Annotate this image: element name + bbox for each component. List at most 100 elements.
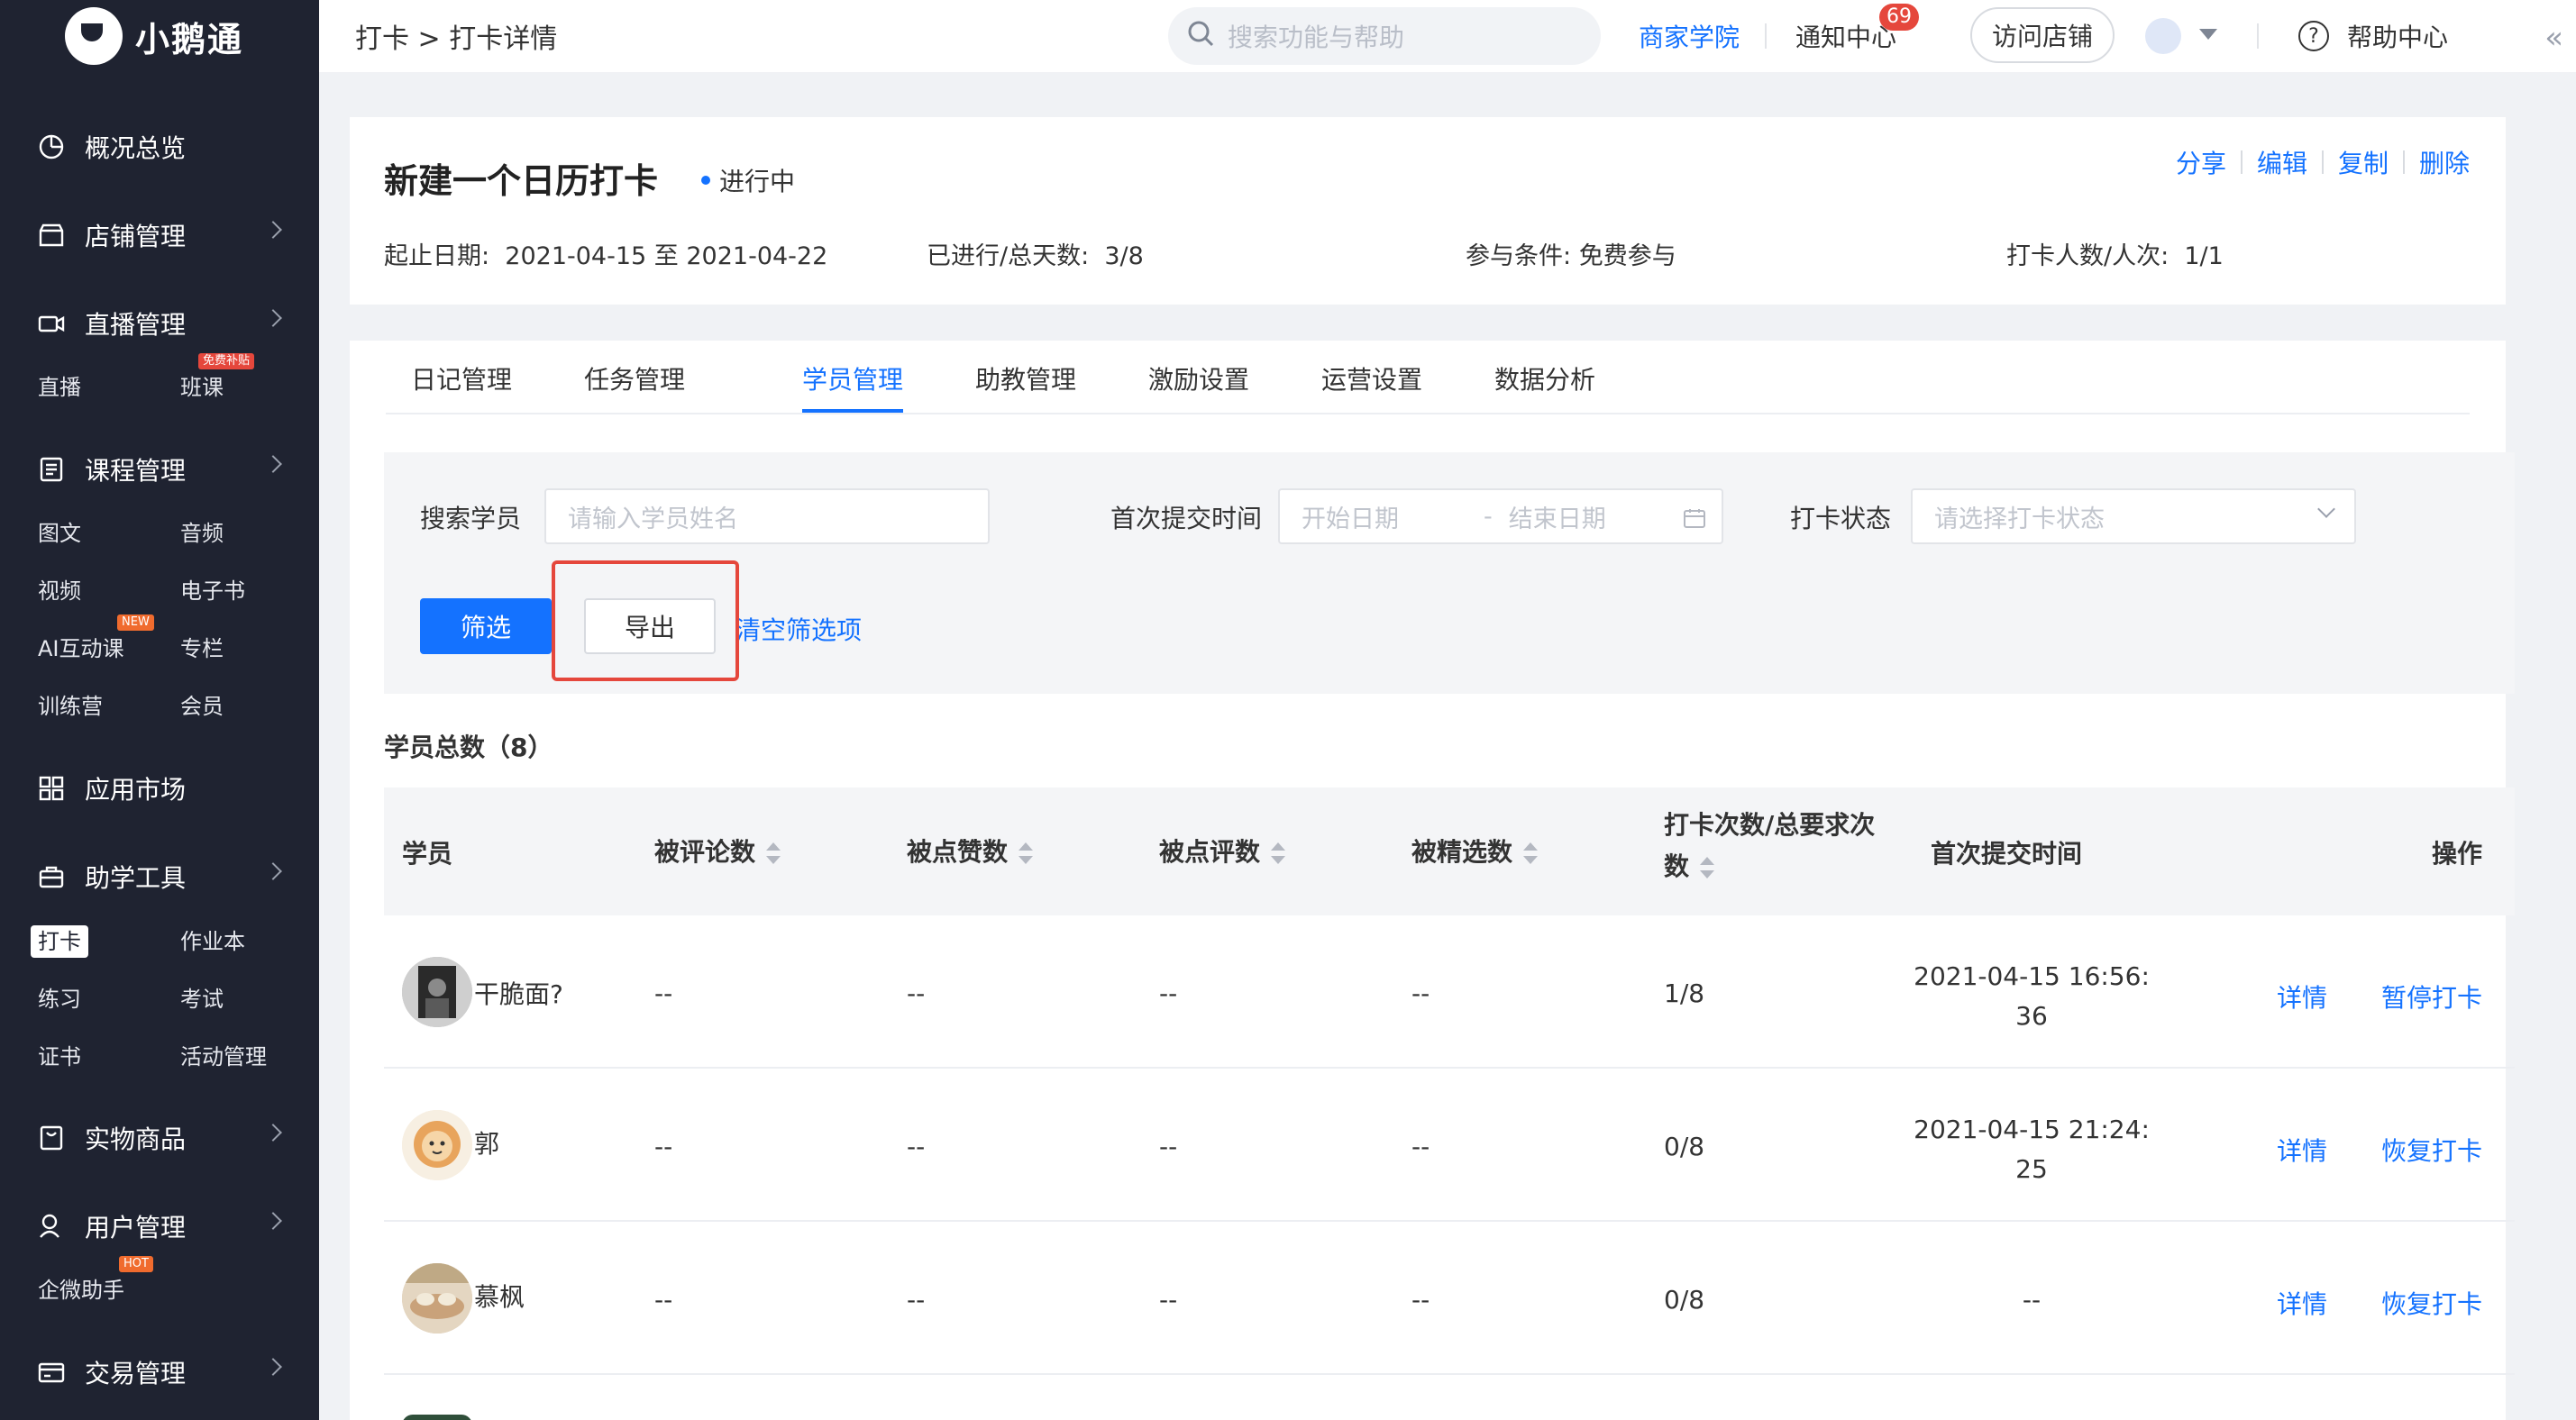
student-name: 郭 (474, 1129, 500, 1159)
sidebar-sub-video[interactable]: 视频 (38, 575, 81, 607)
checkin-count: 打卡人数/人次: 1/1 (2006, 236, 2224, 271)
shop-avatar-icon[interactable] (2145, 18, 2181, 54)
reviews-value: -- (1159, 979, 1178, 1008)
sidebar-sub-camp[interactable]: 训练营 (38, 690, 103, 723)
col-reviews[interactable]: 被点评数 (1159, 833, 1286, 869)
status-select-placeholder: 请选择打卡状态 (1934, 505, 2105, 533)
sidebar-sub-class[interactable]: 班课 (180, 371, 224, 404)
clear-filters-link[interactable]: 清空筛选项 (735, 611, 862, 647)
time-line-2: 25 (2015, 1154, 2048, 1184)
search-input[interactable]: 搜索功能与帮助 (1168, 7, 1601, 65)
checkin-status-label: 打卡状态 (1790, 504, 1892, 533)
sidebar-item-live[interactable]: 直播管理 (36, 301, 282, 346)
detail-link[interactable]: 详情 (2277, 1285, 2327, 1321)
share-link[interactable]: 分享 (2176, 144, 2226, 180)
end-date-placeholder: 结束日期 (1508, 505, 1606, 533)
academy-link[interactable]: 商家学院 (1639, 18, 1740, 54)
col-featured-label: 被精选数 (1411, 837, 1513, 867)
sort-icon (1523, 842, 1539, 864)
delete-link[interactable]: 删除 (2419, 144, 2470, 180)
checkins-value: 0/8 (1664, 1132, 1705, 1161)
edit-link[interactable]: 编辑 (2257, 144, 2307, 180)
sidebar-item-label: 应用市场 (85, 775, 187, 805)
sidebar-sub-wecom[interactable]: 企微助手 (38, 1274, 124, 1306)
student-name: 干脆面? (474, 979, 563, 1009)
tab-incentives[interactable]: 激励设置 (1148, 360, 1249, 396)
tab-operations[interactable]: 运营设置 (1321, 360, 1422, 396)
tab-diary[interactable]: 日记管理 (411, 360, 512, 396)
featured-value: -- (1411, 1285, 1430, 1315)
top-bar: 打卡 > 打卡详情 搜索功能与帮助 商家学院 通知中心 69 访问店铺 ? 帮助… (319, 0, 2576, 72)
sidebar-sub-column[interactable]: 专栏 (180, 633, 224, 665)
sort-icon (766, 842, 781, 864)
checkins-value: 0/8 (1664, 1285, 1705, 1315)
logo-text: 小鹅通 (135, 19, 244, 59)
date-range-picker[interactable]: 开始日期 - 结束日期 (1278, 488, 1723, 544)
col-reviews-label: 被点评数 (1159, 837, 1261, 867)
shop-dropdown-caret-icon[interactable] (2199, 29, 2217, 40)
chevron-right-icon (264, 1212, 282, 1230)
card-icon (36, 1357, 67, 1388)
sidebar-item-app-market[interactable]: 应用市场 (36, 766, 279, 811)
avatar (402, 1110, 472, 1180)
tab-students[interactable]: 学员管理 (802, 360, 903, 396)
sidebar-sub-ebook[interactable]: 电子书 (180, 575, 245, 607)
tab-analytics[interactable]: 数据分析 (1494, 360, 1595, 396)
sidebar-item-store[interactable]: 店铺管理 (36, 213, 282, 258)
chevron-right-icon (264, 221, 282, 239)
active-tab-underline (802, 409, 903, 413)
sidebar-sub-member[interactable]: 会员 (180, 690, 224, 723)
detail-link[interactable]: 详情 (2277, 979, 2327, 1015)
col-comments[interactable]: 被评论数 (654, 833, 781, 869)
tab-tasks[interactable]: 任务管理 (584, 360, 685, 396)
table-header: 学员 被评论数 被点赞数 被点评数 被精选数 打卡次数/总要求次数 首次提交时间… (384, 787, 2515, 915)
chevron-right-icon (264, 862, 282, 880)
filter-button[interactable]: 筛选 (420, 598, 552, 654)
tab-assistants[interactable]: 助教管理 (975, 360, 1076, 396)
collapse-double-chevron-icon[interactable]: « (2544, 20, 2563, 56)
sidebar-sub-ai[interactable]: AI互动课 (38, 633, 124, 665)
sidebar-sub-text[interactable]: 图文 (38, 517, 81, 550)
sidebar-sub-homework[interactable]: 作业本 (180, 925, 245, 958)
first-submit-label: 首次提交时间 (1110, 504, 1263, 533)
sidebar-item-tools[interactable]: 助学工具 (36, 854, 282, 899)
comments-value: -- (654, 1132, 673, 1161)
sidebar-sub-cert[interactable]: 证书 (38, 1041, 81, 1073)
breadcrumb: 打卡 > 打卡详情 (355, 23, 558, 55)
sidebar-sub-checkin[interactable]: 打卡 (31, 925, 88, 958)
visit-store-button[interactable]: 访问店铺 (1970, 7, 2115, 63)
sidebar-sub-audio[interactable]: 音频 (180, 517, 224, 550)
copy-link[interactable]: 复制 (2338, 144, 2389, 180)
sidebar-sub-exam[interactable]: 考试 (180, 983, 224, 1015)
pause-checkin-link[interactable]: 暂停打卡 (2381, 979, 2482, 1015)
chevron-right-icon (264, 309, 282, 327)
resume-checkin-link[interactable]: 恢复打卡 (2381, 1285, 2482, 1321)
notification-count-badge: 69 (1879, 4, 1919, 31)
sidebar-item-overview[interactable]: 概况总览 (36, 124, 279, 169)
col-checkins[interactable]: 打卡次数/总要求次数 (1664, 806, 1875, 892)
checkin-status-select[interactable]: 请选择打卡状态 (1911, 488, 2356, 544)
resume-checkin-link[interactable]: 恢复打卡 (2381, 1132, 2482, 1168)
divider (2240, 150, 2243, 174)
sidebar-item-goods[interactable]: 实物商品 (36, 1115, 282, 1161)
col-featured[interactable]: 被精选数 (1411, 833, 1539, 869)
status-badge: 进行中 (701, 162, 795, 198)
sidebar-item-label: 用户管理 (85, 1213, 187, 1242)
sidebar-sub-activity[interactable]: 活动管理 (180, 1041, 267, 1073)
col-likes[interactable]: 被点赞数 (907, 833, 1034, 869)
sidebar-sub-practice[interactable]: 练习 (38, 983, 81, 1015)
divider (1765, 23, 1767, 49)
status-dot-icon (701, 176, 710, 185)
student-name-input[interactable]: 请输入学员姓名 (544, 488, 990, 544)
likes-value: -- (907, 1285, 926, 1315)
sidebar-sub-live[interactable]: 直播 (38, 371, 81, 404)
help-center-link[interactable]: ? 帮助中心 (2298, 18, 2448, 54)
likes-value: -- (907, 1132, 926, 1161)
logo[interactable]: 小鹅通 (65, 7, 243, 65)
sidebar-item-trade[interactable]: 交易管理 (36, 1350, 282, 1395)
sidebar-item-label: 直播管理 (85, 310, 187, 340)
sidebar-item-course[interactable]: 课程管理 (36, 447, 282, 492)
detail-link[interactable]: 详情 (2277, 1132, 2327, 1168)
sidebar-item-users[interactable]: 用户管理 (36, 1204, 282, 1249)
table-row: 慕枫 -- -- -- -- 0/8 -- 详情 恢复打卡 (384, 1222, 2515, 1375)
